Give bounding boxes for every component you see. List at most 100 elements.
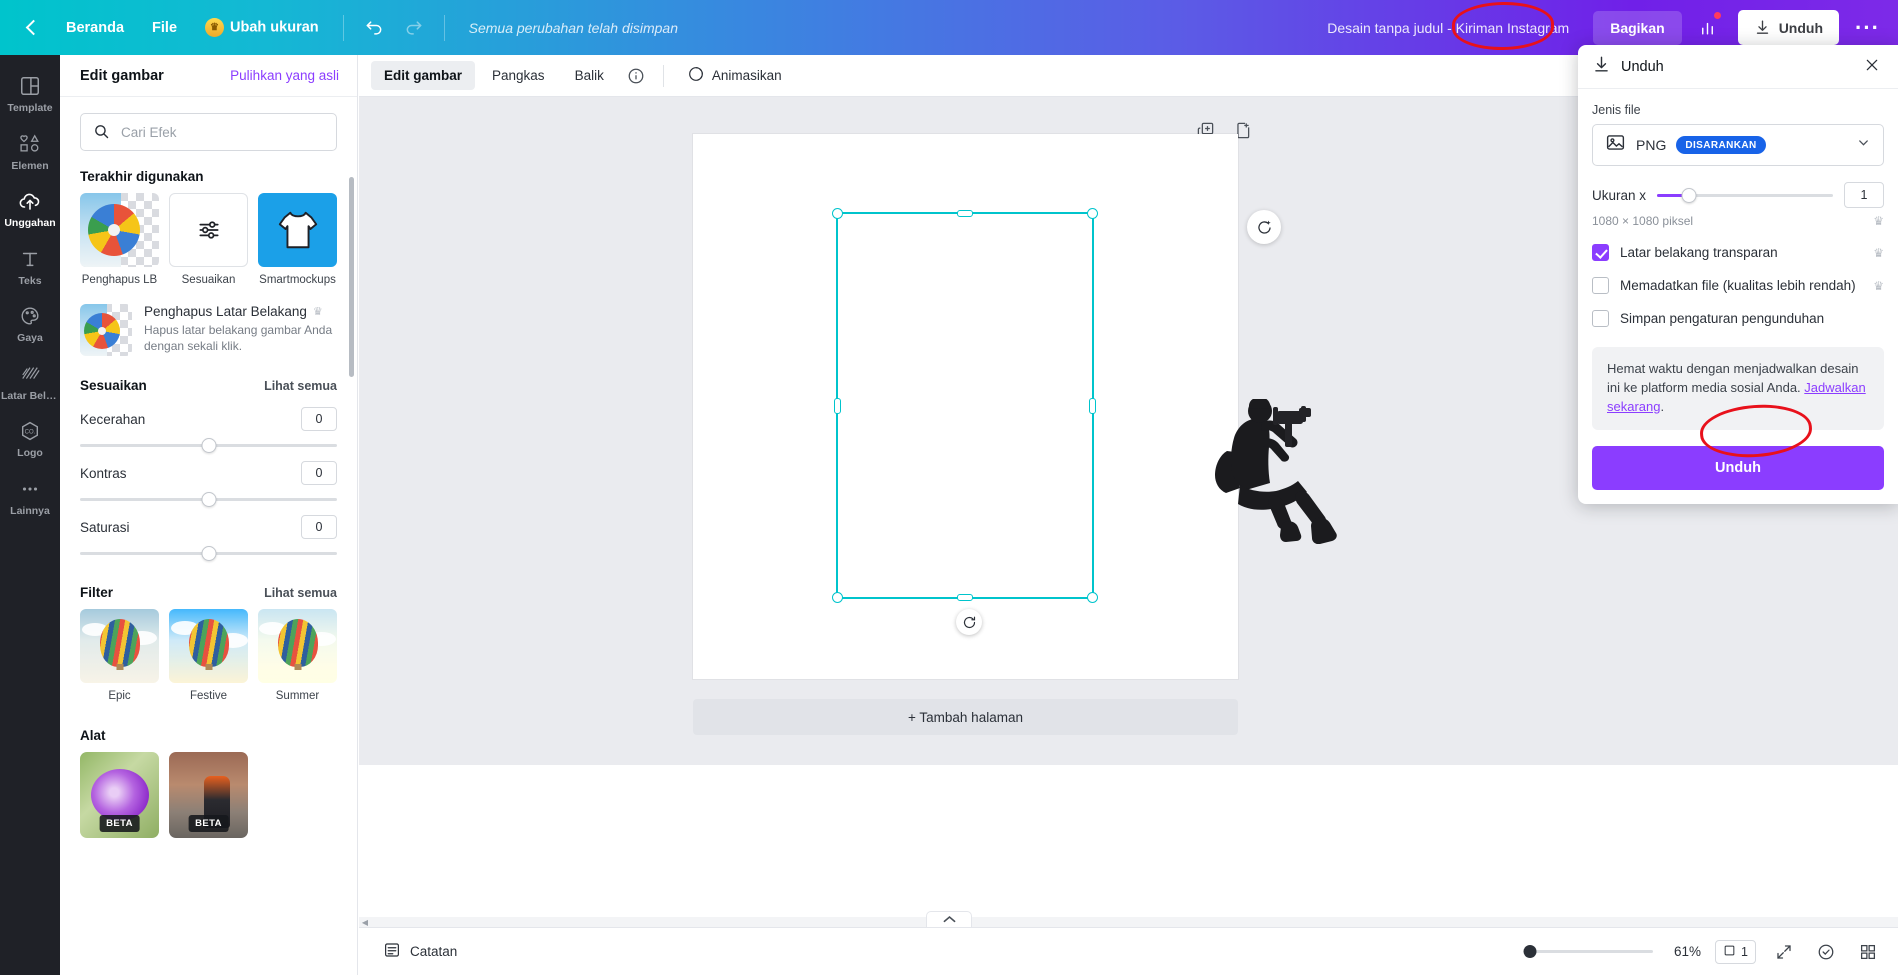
option-label: Memadatkan file (kualitas lebih rendah) [1620, 278, 1856, 293]
download-confirm-button[interactable]: Unduh [1592, 445, 1884, 490]
balloon-basket [205, 663, 212, 670]
zoom-percent[interactable]: 61% [1667, 944, 1701, 959]
hatch-pattern-icon [19, 361, 41, 387]
document-title[interactable]: Desain tanpa judul - Kiriman Instagram [1317, 14, 1579, 42]
sidebar-item-teks[interactable]: Teks [0, 238, 60, 294]
back-chevron-icon[interactable] [22, 18, 42, 38]
design-canvas[interactable] [693, 134, 1337, 679]
share-button[interactable]: Bagikan [1593, 10, 1682, 45]
size-slider-knob[interactable] [1681, 187, 1697, 203]
filetype-value: PNG [1636, 137, 1667, 153]
slider-knob[interactable] [201, 491, 216, 507]
checkbox[interactable] [1592, 310, 1609, 327]
page-count-chip[interactable]: 1 [1715, 939, 1756, 964]
magic-suggestion-button[interactable] [1247, 210, 1281, 244]
fullscreen-icon[interactable] [1770, 938, 1798, 966]
sidebar-item-lainnya[interactable]: Lainnya [0, 468, 60, 524]
home-button[interactable]: Beranda [52, 12, 138, 44]
sidebar-label: Elemen [11, 160, 49, 172]
slider-track[interactable] [80, 545, 337, 561]
redo-icon[interactable] [397, 11, 431, 45]
undo-icon[interactable] [357, 11, 391, 45]
slider-header: Kontras 0 [80, 461, 337, 485]
sidebar-item-unggahan[interactable]: Unggahan [0, 180, 60, 236]
tab-edit-gambar[interactable]: Edit gambar [371, 61, 476, 90]
slider-value[interactable]: 0 [301, 461, 337, 485]
effect-card-bg-remover[interactable]: Penghapus LB [80, 193, 159, 286]
filter-label: Festive [189, 690, 228, 702]
thumbnail-filter-festive [169, 609, 248, 683]
effect-label: Penghapus LB [81, 274, 158, 286]
filter-label: Epic [108, 690, 131, 702]
filter-see-all-link[interactable]: Lihat semua [264, 586, 337, 600]
download-popover: Unduh Jenis file PNG DISARANKAN Ukuran x [1578, 45, 1898, 504]
zoom-slider-knob[interactable] [1523, 944, 1537, 958]
chevron-down-icon[interactable] [1856, 135, 1871, 155]
resize-button[interactable]: ♛ Ubah ukuran [191, 10, 333, 45]
canva-editor-window: Beranda File ♛ Ubah ukuran Semua perubaha… [0, 0, 1898, 975]
slider-track[interactable] [80, 437, 337, 453]
bg-remover-promo-card[interactable]: Penghapus Latar Belakang ♛ Hapus latar b… [80, 304, 337, 356]
filter-card-epic[interactable]: Epic [80, 609, 159, 702]
option-compress-file[interactable]: Memadatkan file (kualitas lebih rendah) … [1592, 277, 1884, 294]
search-input[interactable] [80, 113, 337, 151]
sidebar-item-template[interactable]: Template [0, 65, 60, 121]
help-circle-icon[interactable] [1812, 938, 1840, 966]
close-icon[interactable] [1860, 53, 1884, 80]
balloon-basket [116, 663, 123, 670]
adjust-see-all-link[interactable]: Lihat semua [264, 379, 337, 393]
slider-value[interactable]: 0 [301, 407, 337, 431]
tool-card-flower[interactable]: BETA [80, 752, 159, 838]
tab-balik[interactable]: Balik [562, 61, 617, 90]
slider-track[interactable] [80, 491, 337, 507]
animate-button[interactable]: Animasikan [676, 58, 793, 93]
checkbox[interactable] [1592, 244, 1609, 261]
panel-scrollbar-thumb[interactable] [349, 177, 354, 377]
info-circle-icon[interactable] [621, 61, 651, 91]
sidebar-item-gaya[interactable]: Gaya [0, 295, 60, 351]
sidebar-item-elemen[interactable]: Elemen [0, 123, 60, 179]
notes-label: Catatan [410, 944, 458, 959]
image-icon [1605, 132, 1626, 158]
adjust-section-header: Sesuaikan Lihat semua [80, 378, 337, 393]
collapse-panel-button[interactable] [926, 911, 972, 927]
save-status: Semua perubahan telah disimpan [468, 19, 679, 36]
grid-icon[interactable] [1854, 938, 1882, 966]
stats-button[interactable] [1688, 9, 1728, 47]
tool-card-street[interactable]: BETA [169, 752, 248, 838]
sidebar-item-latar-belakang[interactable]: Latar Bela... [0, 353, 60, 409]
slider-value[interactable]: 0 [301, 515, 337, 539]
effect-card-smartmockups[interactable]: Smartmockups [258, 193, 337, 286]
slider-knob[interactable] [201, 545, 216, 561]
checkbox[interactable] [1592, 277, 1609, 294]
filetype-label: Jenis file [1592, 103, 1641, 117]
scroll-left-arrow-icon[interactable]: ◀ [359, 918, 371, 927]
beta-badge: BETA [188, 815, 229, 832]
tools-grid: BETA BETA [80, 752, 337, 838]
restore-original-link[interactable]: Pulihkan yang asli [230, 68, 339, 83]
effect-card-adjust[interactable]: Sesuaikan [169, 193, 248, 286]
sidebar-label: Template [7, 103, 53, 114]
filter-card-summer[interactable]: Summer [258, 609, 337, 702]
add-page-button[interactable]: + Tambah halaman [693, 699, 1238, 735]
sidebar-item-logo[interactable]: CO. Logo [0, 410, 60, 466]
notes-button[interactable]: Catatan [375, 935, 465, 968]
filter-card-festive[interactable]: Festive [169, 609, 248, 702]
more-options-button[interactable]: ··· [1845, 16, 1890, 39]
option-save-settings[interactable]: Simpan pengaturan pengunduhan [1592, 310, 1884, 327]
size-value-input[interactable]: 1 [1844, 182, 1884, 208]
photographer-cutout-image[interactable] [1211, 399, 1361, 544]
balloon-basket [294, 663, 301, 670]
file-menu-button[interactable]: File [138, 12, 191, 44]
divider [342, 14, 344, 41]
option-transparent-background[interactable]: Latar belakang transparan ♛ [1592, 244, 1884, 261]
zoom-slider[interactable] [1523, 944, 1654, 958]
slider-knob[interactable] [201, 437, 216, 453]
horizontal-scrollbar[interactable]: ◀ [359, 917, 1898, 927]
filetype-select[interactable]: PNG DISARANKAN [1592, 124, 1884, 166]
size-slider-track[interactable] [1657, 187, 1833, 203]
pages-icon [1723, 944, 1736, 960]
tab-pangkas[interactable]: Pangkas [479, 61, 558, 90]
rotate-handle-button[interactable] [956, 609, 982, 635]
download-button[interactable]: Unduh [1737, 10, 1840, 45]
